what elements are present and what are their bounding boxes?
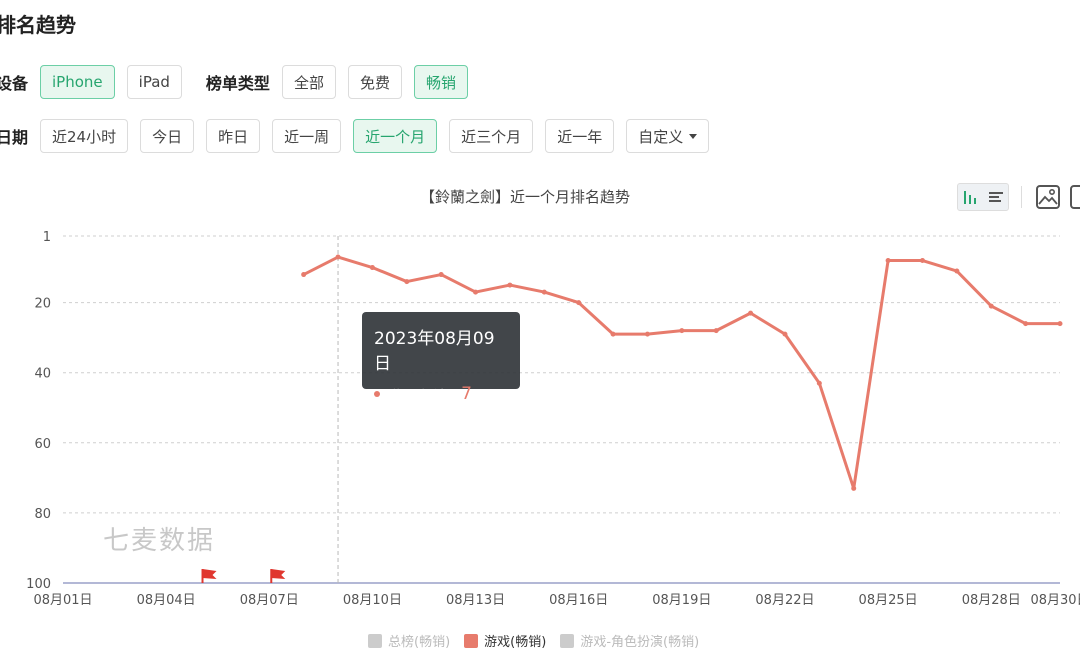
date-3months-button[interactable]: 近三个月 — [449, 119, 534, 153]
y-tick-label: 80 — [34, 507, 51, 522]
device-filter-row: 设备 iPhone iPad 榜单类型 全部 免费 畅销 — [0, 64, 480, 100]
x-tick-label: 08月01日 — [33, 593, 92, 608]
legend-item-game[interactable]: 游戏(畅销) — [464, 631, 546, 650]
date-label: 日期 — [0, 128, 29, 147]
data-point — [644, 331, 650, 337]
x-tick-label: 08月25日 — [859, 593, 918, 608]
x-tick-label: 08月13日 — [446, 593, 505, 608]
data-point — [954, 268, 960, 274]
y-tick-label: 100 — [26, 577, 51, 592]
data-point — [369, 265, 375, 271]
device-label: 设备 — [0, 74, 29, 93]
date-week-button[interactable]: 近一周 — [272, 119, 342, 153]
tooltip-value: 7 — [461, 384, 472, 404]
chart-tooltip: 2023年08月09日 游戏(畅销) 7 — [362, 312, 520, 404]
device-iphone-button[interactable]: iPhone — [40, 65, 115, 99]
data-point — [885, 258, 891, 264]
tooltip-series-name: 游戏(畅销) — [389, 388, 452, 404]
data-point — [782, 331, 788, 337]
data-point — [713, 328, 719, 334]
legend-swatch-game — [464, 633, 479, 648]
x-tick-label: 08月16日 — [549, 593, 608, 608]
date-custom-label: 自定义 — [638, 127, 684, 146]
y-tick-label: 60 — [34, 437, 51, 452]
data-point — [1023, 321, 1029, 327]
data-point — [610, 331, 616, 337]
flag-icon — [202, 569, 217, 579]
data-point — [507, 282, 513, 288]
chart-legend: 总榜(畅销) 游戏(畅销) 游戏-角色扮演(畅销) — [368, 631, 713, 650]
x-tick-label: 08月19日 — [652, 593, 711, 608]
x-tick-label: 08月22日 — [755, 593, 814, 608]
legend-item-rpg[interactable]: 游戏-角色扮演(畅销) — [560, 631, 699, 650]
y-tick-label: 40 — [34, 367, 51, 382]
tooltip-series-dot — [374, 391, 380, 397]
device-ipad-button[interactable]: iPad — [126, 65, 182, 99]
data-point — [1057, 321, 1063, 327]
chart-type-grossing-button[interactable]: 畅销 — [413, 65, 468, 99]
data-point — [851, 485, 857, 491]
chart-type-label: 榜单类型 — [205, 74, 270, 93]
date-today-button[interactable]: 今日 — [140, 119, 195, 153]
date-24h-button[interactable]: 近24小时 — [40, 119, 129, 153]
legend-swatch-rpg — [560, 633, 575, 648]
data-point — [576, 300, 582, 306]
flag-icon — [271, 569, 286, 579]
date-year-button[interactable]: 近一年 — [545, 119, 615, 153]
page-title: 排名趋势 — [0, 13, 76, 37]
data-point — [335, 254, 341, 260]
data-point — [541, 289, 547, 295]
x-tick-label: 08月10日 — [343, 593, 402, 608]
date-month-button[interactable]: 近一个月 — [353, 119, 438, 153]
data-point — [919, 258, 925, 264]
x-tick-label: 08月04日 — [137, 593, 196, 608]
data-point — [404, 279, 410, 285]
chart-type-all-button[interactable]: 全部 — [281, 65, 336, 99]
data-point — [988, 303, 994, 309]
data-point — [301, 272, 307, 278]
date-filter-row: 日期 近24小时 今日 昨日 近一周 近一个月 近三个月 近一年 自定义 — [0, 118, 721, 154]
x-tick-label: 08月07日 — [240, 593, 299, 608]
caret-down-icon — [689, 133, 698, 139]
legend-label-rpg: 游戏-角色扮演(畅销) — [580, 635, 700, 650]
x-tick-label: 08月28日 — [962, 593, 1021, 608]
legend-swatch-total — [368, 633, 382, 648]
legend-item-total[interactable]: 总榜(畅销) — [368, 631, 450, 650]
watermark-text: 七麦数据 — [103, 526, 216, 556]
data-point — [473, 289, 479, 295]
y-tick-label: 20 — [34, 297, 51, 312]
tooltip-date: 2023年08月09日 — [374, 329, 495, 374]
chart-type-free-button[interactable]: 免费 — [347, 65, 402, 99]
x-tick-label: 08月30日 — [1030, 593, 1080, 608]
legend-label-game: 游戏(畅销) — [484, 635, 547, 650]
data-point — [438, 272, 444, 278]
legend-label-total: 总榜(畅销) — [388, 635, 451, 650]
data-point — [748, 310, 754, 316]
data-point — [679, 328, 685, 334]
date-yesterday-button[interactable]: 昨日 — [206, 119, 261, 153]
date-custom-dropdown[interactable]: 自定义 — [626, 119, 710, 153]
data-point — [816, 380, 822, 386]
y-tick-label: 1 — [43, 230, 51, 245]
